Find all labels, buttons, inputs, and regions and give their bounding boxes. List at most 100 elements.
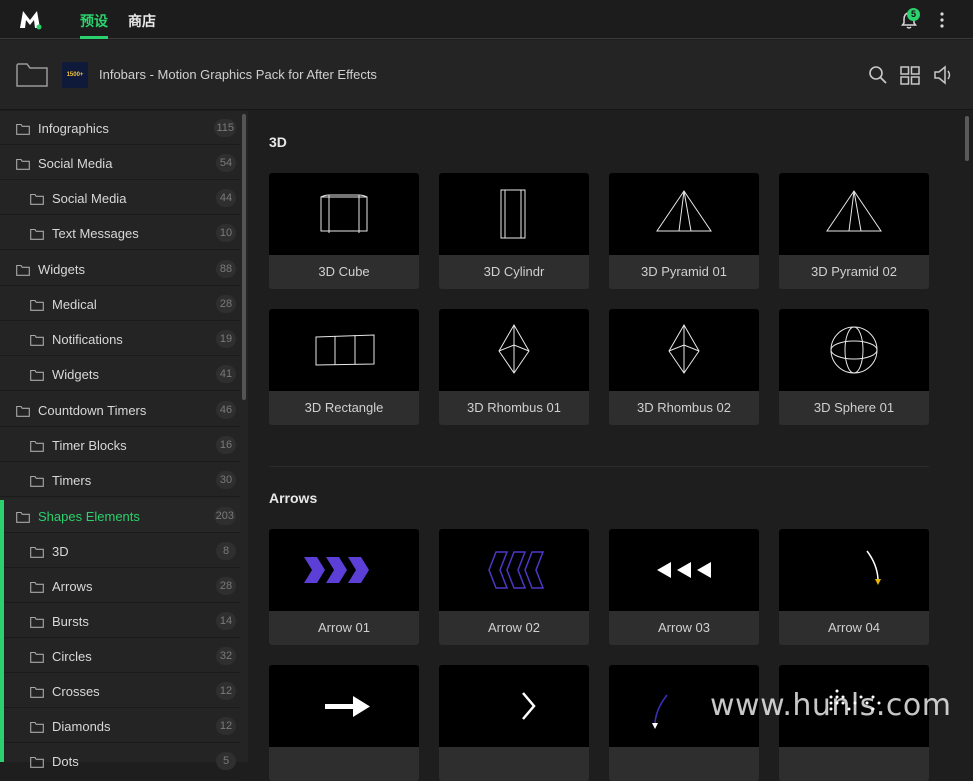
sidebar-item-notifications[interactable]: Notifications 19 (0, 322, 240, 356)
preset-card-label: Arrow 01 (317, 620, 371, 635)
folder-icon (30, 545, 44, 558)
sidebar-item-crosses[interactable]: Crosses 12 (0, 674, 240, 708)
count-badge: 54 (216, 154, 236, 172)
sidebar-item-widgets[interactable]: Widgets 88 (0, 252, 240, 286)
sidebar-item-label: Text Messages (52, 226, 139, 241)
folder-icon (30, 368, 44, 381)
section-title-3d: 3D (269, 134, 287, 150)
preset-card-label (779, 747, 929, 781)
sidebar-item-dots[interactable]: Dots 5 (0, 744, 240, 778)
grid-view-icon[interactable] (899, 64, 921, 86)
sphere-icon (779, 309, 929, 391)
folder-icon (30, 720, 44, 733)
count-badge: 10 (216, 224, 236, 242)
preset-card[interactable]: 3D Pyramid 02 (779, 173, 929, 289)
sidebar-item-label: Infographics (38, 121, 109, 136)
preset-card[interactable] (439, 665, 589, 781)
preset-card-label: 3D Rhombus 02 (637, 400, 731, 415)
sidebar-item-label: 3D (52, 544, 69, 559)
preset-card[interactable]: Arrow 03 (609, 529, 759, 645)
rhombus-icon (439, 309, 589, 391)
preset-card[interactable]: 3D Cube (269, 173, 419, 289)
sidebar-item-label: Shapes Elements (38, 509, 140, 524)
sidebar-item-countdown-timers[interactable]: Countdown Timers 46 (0, 393, 240, 427)
sidebar-item-diamonds[interactable]: Diamonds 12 (0, 709, 240, 743)
preset-card-label: 3D Rectangle (304, 400, 384, 415)
count-badge: 41 (216, 365, 236, 383)
volume-icon[interactable] (933, 64, 955, 86)
cylinder-icon (439, 173, 589, 255)
preset-card-label: Arrow 02 (487, 620, 541, 635)
sidebar-item-medical[interactable]: Medical 28 (0, 287, 240, 321)
count-badge: 46 (216, 401, 236, 419)
sidebar-item-widgets[interactable]: Widgets 41 (0, 357, 240, 391)
sidebar-item-social-media[interactable]: Social Media 54 (0, 146, 240, 180)
folder-icon[interactable] (16, 61, 48, 87)
preset-card[interactable]: 3D Sphere 01 (779, 309, 929, 425)
tab-presets[interactable]: 预设 (80, 11, 108, 31)
count-badge: 28 (216, 295, 236, 313)
preset-card-label: 3D Sphere 01 (813, 400, 895, 415)
sidebar-item-timers[interactable]: Timers 30 (0, 463, 240, 497)
count-badge: 12 (216, 682, 236, 700)
preset-card-label: 3D Cylindr (483, 264, 545, 279)
preset-card[interactable]: 3D Rhombus 02 (609, 309, 759, 425)
search-icon[interactable] (867, 64, 889, 86)
preset-card[interactable]: Arrow 02 (439, 529, 589, 645)
preset-card[interactable] (779, 665, 929, 781)
preset-card[interactable] (609, 665, 759, 781)
preset-card[interactable]: 3D Rectangle (269, 309, 419, 425)
active-tab-indicator (80, 36, 108, 39)
folder-icon (30, 580, 44, 593)
sidebar-item-timer-blocks[interactable]: Timer Blocks 16 (0, 428, 240, 462)
count-badge: 5 (216, 752, 236, 770)
folder-icon (16, 263, 30, 276)
sidebar-item-label: Timers (52, 473, 92, 488)
preset-card-label (439, 747, 589, 781)
notification-badge: 5 (907, 8, 920, 21)
sidebar-item-label: Circles (52, 649, 92, 664)
sidebar-item-shapes-elements[interactable]: Shapes Elements 203 (0, 499, 240, 533)
folder-icon (30, 298, 44, 311)
sidebar-item-3d[interactable]: 3D 8 (0, 534, 240, 568)
chevrons-left-outline-icon (439, 529, 589, 611)
preset-card[interactable]: Arrow 04 (779, 529, 929, 645)
sidebar-item-arrows[interactable]: Arrows 28 (0, 569, 240, 603)
main-scrollbar[interactable] (965, 116, 969, 161)
cube-icon (269, 173, 419, 255)
preset-card-label: 3D Rhombus 01 (467, 400, 561, 415)
preset-card[interactable]: Arrow 01 (269, 529, 419, 645)
sidebar-item-infographics[interactable]: Infographics 115 (0, 111, 240, 145)
count-badge: 203 (213, 507, 236, 525)
preset-card[interactable]: 3D Cylindr (439, 173, 589, 289)
chevron-right-icon (439, 665, 589, 747)
watermark: www.hunls.com (710, 688, 952, 723)
sidebar-item-label: Countdown Timers (38, 403, 147, 418)
pack-thumbnail: 1500+ INFOBARS (62, 62, 88, 88)
preset-card[interactable]: 3D Rhombus 01 (439, 309, 589, 425)
section-divider (269, 466, 929, 467)
sidebar-item-label: Social Media (52, 191, 127, 206)
count-badge: 88 (216, 260, 236, 278)
folder-icon (30, 227, 44, 240)
pyramid-icon (779, 173, 929, 255)
app-logo-icon[interactable] (18, 8, 42, 30)
preset-card[interactable]: 3D Pyramid 01 (609, 173, 759, 289)
sidebar-item-social-media[interactable]: Social Media 44 (0, 181, 240, 215)
preset-card[interactable] (269, 665, 419, 781)
count-badge: 14 (216, 612, 236, 630)
sidebar-item-bursts[interactable]: Bursts 14 (0, 604, 240, 638)
rhombus-icon (609, 309, 759, 391)
pack-title: Infobars - Motion Graphics Pack for Afte… (99, 67, 377, 82)
more-menu-icon[interactable] (936, 10, 948, 30)
sidebar-scrollbar[interactable] (242, 114, 246, 400)
sidebar-item-text-messages[interactable]: Text Messages 10 (0, 216, 240, 250)
curved-arrow-icon (779, 529, 929, 611)
pack-header: 1500+ INFOBARS Infobars - Motion Graphic… (0, 40, 973, 110)
pyramid-icon (609, 173, 759, 255)
sidebar-item-circles[interactable]: Circles 32 (0, 639, 240, 673)
count-badge: 30 (216, 471, 236, 489)
sidebar-item-label: Bursts (52, 614, 89, 629)
folder-icon (30, 439, 44, 452)
tab-store[interactable]: 商店 (128, 11, 156, 31)
